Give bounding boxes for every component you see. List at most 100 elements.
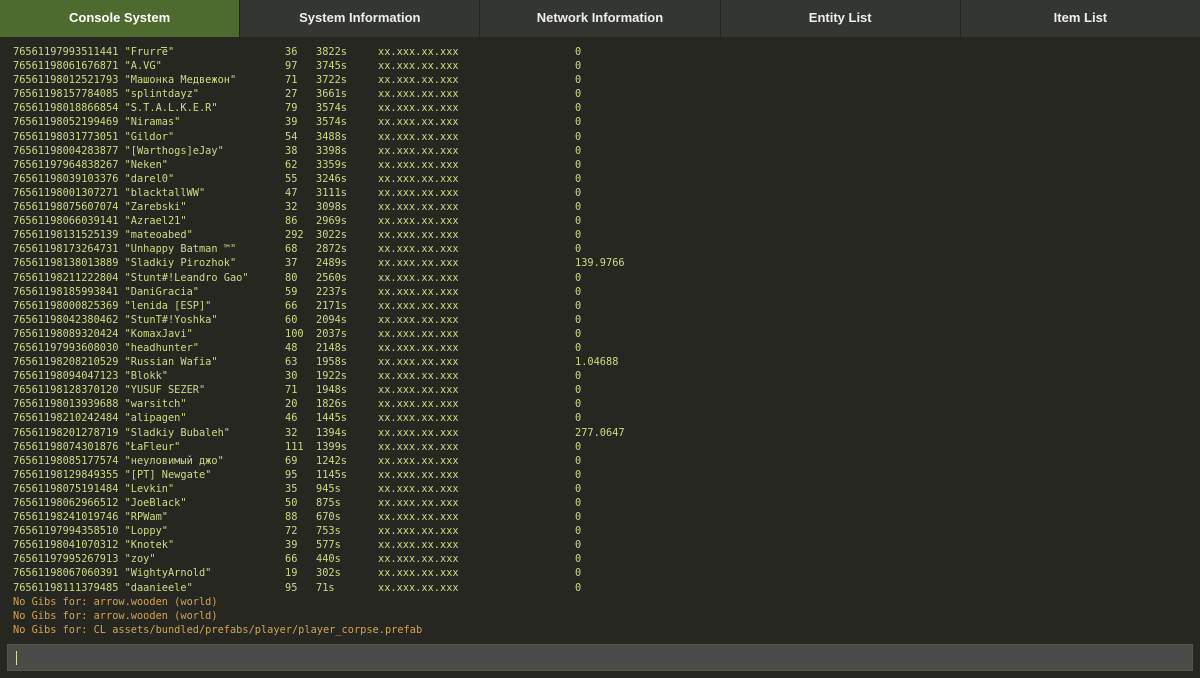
player-violation: 0: [575, 468, 582, 481]
player-ip: xx.xxx.xx.xxx: [378, 525, 459, 538]
player-id-name: 76561198075191484 "Levkin": [13, 482, 175, 495]
player-ping: 55: [285, 172, 298, 185]
player-ip: xx.xxx.xx.xxx: [378, 144, 459, 157]
player-ip: xx.xxx.xx.xxx: [378, 440, 459, 453]
player-row: 76561198039103376 "darel0" 55 3246s xx.xxx.…: [13, 172, 1193, 186]
player-id-name: 76561198208210529 "Russian Wafia": [13, 356, 218, 369]
console-command-input[interactable]: [7, 644, 1193, 671]
player-id-name: 76561197993608030 "headhunter": [13, 341, 199, 354]
player-ip: xx.xxx.xx.xxx: [378, 327, 459, 340]
player-violation: 0: [575, 553, 582, 566]
player-violation: 0: [575, 341, 582, 354]
player-violation: 0: [575, 172, 582, 185]
player-ip: xx.xxx.xx.xxx: [378, 271, 459, 284]
player-violation: 0: [575, 285, 582, 298]
player-row: 76561198131525139 "mateoabed" 292 3022s xx.…: [13, 228, 1193, 242]
player-id-name: 76561198128370120 "YUSUF SEZER": [13, 384, 206, 397]
player-ping: 54: [285, 130, 298, 143]
player-violation: 0: [575, 539, 582, 552]
player-id-name: 76561198062966512 "JoeBlack": [13, 497, 187, 509]
player-connected-time: 3822s: [316, 46, 347, 58]
player-id-name: 76561198201278719 "Sladkiy Bubaleh": [13, 426, 230, 439]
player-connected-time: 2489s: [316, 257, 347, 270]
player-violation: 0: [575, 581, 582, 594]
tab-system-information[interactable]: System Information: [240, 0, 481, 37]
player-ping: 63: [285, 356, 298, 369]
player-ping: 50: [285, 497, 298, 509]
player-ip: xx.xxx.xx.xxx: [378, 497, 459, 509]
player-ping: 80: [285, 271, 298, 284]
player-id-name: 76561198004283877 "[Warthogs]eJay": [13, 144, 224, 157]
player-id-name: 76561198001307271 "blacktallWW": [13, 186, 206, 199]
player-row: 76561198062966512 "JoeBlack" 50 875s xx.xxx…: [13, 496, 1193, 510]
player-ping: 36: [285, 46, 298, 58]
player-id-name: 76561198012521793 "Машонка Медвежон": [13, 74, 237, 87]
player-id-name: 76561198039103376 "darel0": [13, 172, 175, 185]
player-ping: 39: [285, 116, 298, 129]
player-id-name: 76561198173264731 "Unhappy Batman ™": [13, 243, 237, 256]
player-ip: xx.xxx.xx.xxx: [378, 482, 459, 495]
tab-console-system[interactable]: Console System: [0, 0, 241, 37]
player-ping: 62: [285, 158, 298, 171]
player-violation: 0: [575, 511, 582, 524]
player-ping: 79: [285, 102, 298, 115]
player-ip: xx.xxx.xx.xxx: [378, 356, 459, 369]
player-connected-time: 3574s: [316, 102, 347, 115]
player-ip: xx.xxx.xx.xxx: [378, 341, 459, 354]
player-row: 76561197993608030 "headhunter" 48 2148s xx.…: [13, 341, 1193, 355]
player-ip: xx.xxx.xx.xxx: [378, 215, 459, 228]
player-ip: xx.xxx.xx.xxx: [378, 468, 459, 481]
player-ip: xx.xxx.xx.xxx: [378, 454, 459, 467]
player-ip: xx.xxx.xx.xxx: [378, 398, 459, 411]
player-ip: xx.xxx.xx.xxx: [378, 384, 459, 397]
player-violation: 0: [575, 158, 582, 171]
player-connected-time: 3488s: [316, 130, 347, 143]
player-ping: 38: [285, 144, 298, 157]
player-violation: 0: [575, 229, 582, 242]
player-ip: xx.xxx.xx.xxx: [378, 88, 459, 101]
player-ip: xx.xxx.xx.xxx: [378, 201, 459, 214]
console-warning-line: No Gibs for: arrow.wooden (world): [13, 595, 218, 608]
tab-network-information[interactable]: Network Information: [480, 0, 721, 37]
player-ping: 48: [285, 341, 298, 354]
console-output-log[interactable]: 76561197993511441 "Frurre" 36 3822s xx.xxx.…: [13, 45, 1193, 638]
player-id-name: 76561198094047123 "Blokk": [13, 370, 168, 383]
player-violation: 0: [575, 370, 582, 383]
player-connected-time: 2171s: [316, 299, 347, 312]
player-id-name: 76561198052199469 "Niramas": [13, 116, 181, 129]
player-ip: xx.xxx.xx.xxx: [378, 172, 459, 185]
player-ip: xx.xxx.xx.xxx: [378, 74, 459, 87]
console-messages: No Gibs for: arrow.wooden (world) No Gibs…: [13, 595, 1193, 637]
player-row: 76561198173264731 "Unhappy Batman ™" 68 28…: [13, 242, 1193, 256]
player-id-name: 76561198067060391 "WightyArnold": [13, 567, 212, 580]
player-row: 76561198066039141 "Azrael21" 86 2969s xx.xx…: [13, 214, 1193, 228]
player-connected-time: 3111s: [316, 186, 347, 199]
player-connected-time: 753s: [316, 525, 341, 538]
player-connected-time: 3574s: [316, 116, 347, 129]
player-connected-time: 2872s: [316, 243, 347, 256]
tab-item-list[interactable]: Item List: [960, 0, 1200, 37]
player-id-name: 76561198018866854 "S.T.A.L.K.E.R": [13, 102, 218, 115]
player-connected-time: 3661s: [316, 88, 347, 101]
player-ping: 95: [285, 468, 298, 481]
tab-entity-list[interactable]: Entity List: [720, 0, 961, 37]
console-warning-line: No Gibs for: arrow.wooden (world): [13, 609, 218, 622]
player-ping: 27: [285, 88, 298, 101]
player-ip: xx.xxx.xx.xxx: [378, 567, 459, 580]
player-violation: 0: [575, 313, 582, 326]
player-violation: 0: [575, 186, 582, 199]
player-connected-time: 3398s: [316, 144, 347, 157]
player-connected-time: 1399s: [316, 440, 347, 453]
player-ip: xx.xxx.xx.xxx: [378, 158, 459, 171]
player-connected-time: 3722s: [316, 74, 347, 87]
player-row: 76561198201278719 "Sladkiy Bubaleh" 32 139…: [13, 426, 1193, 440]
player-connected-time: 3745s: [316, 60, 347, 73]
player-violation: 0: [575, 327, 582, 340]
player-id-name: 76561198013939688 "warsitch": [13, 398, 187, 411]
player-row: 76561198041070312 "Knotek" 39 577s xx.xxx.x…: [13, 538, 1193, 552]
player-ip: xx.xxx.xx.xxx: [378, 102, 459, 115]
player-list: 76561197993511441 "Frurre" 36 3822s xx.xxx.…: [13, 45, 1193, 595]
player-violation: 139.9766: [575, 257, 625, 270]
player-id-name: 76561197993511441 "Frurre": [13, 46, 175, 58]
player-id-name: 76561197995267913 "zoy": [13, 553, 156, 566]
